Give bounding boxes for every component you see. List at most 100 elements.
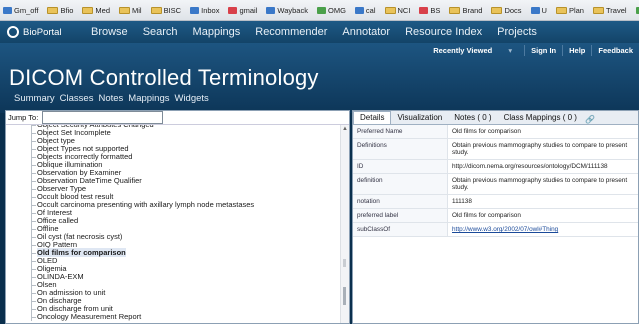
property-value-text: Old films for comparison [452,212,521,219]
property-key: ID [353,159,448,174]
bookmark-label: Wayback [277,5,308,15]
bs-icon [419,6,429,14]
bookmark-item[interactable]: Mil [116,6,142,15]
inbox-icon [190,6,200,14]
class-details-panel: Details Visualization Notes ( 0 ) Class … [352,110,639,324]
property-key: definition [353,173,448,195]
bookmark-item[interactable]: Med [79,6,110,15]
property-value: http://dicom.nema.org/resources/ontology… [447,159,638,174]
folder-icon [384,6,396,14]
tree-item[interactable]: Oncology Measurement Report [6,313,342,321]
folder-icon [47,6,59,14]
nav-search[interactable]: Search [143,26,178,38]
bookmark-label: OMG [327,5,346,15]
bookmark-item[interactable]: BISC [148,6,181,15]
subnav-summary[interactable]: Summary [14,93,55,104]
property-row: Definitions Obtain previous mammography s… [353,138,638,160]
bookmark-item[interactable]: Travel [590,6,627,15]
page-title: DICOM Controlled Terminology [9,65,319,90]
scrollbar-mark [343,259,346,267]
wayback-icon [266,6,276,14]
bookmark-label: NCI [397,5,411,15]
bookmark-item[interactable]: cal [352,6,376,15]
utility-links: Recently Viewed ▾ Sign In Help Feedback [421,43,639,57]
bookmark-item[interactable]: Brand [446,6,482,15]
bookmark-label: BS [430,5,441,15]
tab-class-mappings[interactable]: Class Mappings ( 0 ) [498,112,583,124]
folder-icon [449,6,461,14]
pp-icon [635,6,639,14]
nav-mappings[interactable]: Mappings [193,26,241,38]
subnav-notes[interactable]: Notes [98,93,123,104]
bookmark-item[interactable]: Gm_off [0,6,38,15]
bioportal-logo[interactable]: BioPortal [7,26,91,38]
property-value: Obtain previous mammography studies to c… [447,173,638,195]
bookmark-item[interactable]: OMG [314,6,346,15]
folder-icon [82,6,94,14]
top-nav: BioPortal Browse Search Mappings Recomme… [0,21,639,43]
property-key: Preferred Name [353,125,448,139]
bookmark-item[interactable]: gmail [225,6,257,15]
recently-viewed-menu[interactable]: Recently Viewed ▾ [421,46,524,55]
property-value: Old films for comparison [447,125,638,139]
bookmark-item[interactable]: NCI [382,5,411,15]
folder-icon [592,6,604,14]
bookmark-label: Plan [568,5,584,15]
property-value[interactable]: http://www.w3.org/2002/07/owl#Thing [447,222,638,237]
bookmark-label: Gm_off [14,5,39,15]
scroll-up-icon[interactable]: ▲ [342,126,348,132]
details-tabs: Details Visualization Notes ( 0 ) Class … [353,111,638,125]
tab-visualization[interactable]: Visualization [391,112,448,124]
u-icon [530,6,540,14]
nav-annotator[interactable]: Annotator [342,26,390,38]
help-link[interactable]: Help [563,46,591,55]
property-value: Old films for comparison [447,208,638,223]
ontology-subnav: Summary Classes Notes Mappings Widgets [14,93,214,104]
bookmark-label: Inbox [201,5,220,15]
property-key: notation [353,194,448,209]
jump-to-input[interactable] [42,111,164,124]
property-key: subClassOf [353,222,448,237]
bookmark-item[interactable]: Wayback [263,6,308,15]
scrollbar-thumb[interactable] [343,287,346,305]
feedback-link[interactable]: Feedback [592,46,639,55]
bookmark-item[interactable]: U [528,6,547,15]
property-row: Preferred Name Old films for comparison [353,125,638,139]
permalink-icon[interactable]: 🔗 [585,115,595,124]
subclass-link[interactable]: http://www.w3.org/2002/07/owl#Thing [452,226,558,233]
tree-item-label: Oncology Measurement Report [37,312,142,321]
nav-recommender[interactable]: Recommender [255,26,327,38]
property-value: 111138 [447,194,638,209]
bookmark-item[interactable]: PP [633,6,639,15]
bioportal-logo-icon [7,26,19,38]
jump-to-label: Jump To: [8,113,39,122]
tree-scrollbar[interactable]: ▲ [340,125,349,323]
bookmark-item[interactable]: Bfio [44,6,73,15]
chevron-down-icon: ▾ [508,45,513,55]
bookmark-label: U [541,5,547,15]
tab-notes[interactable]: Notes ( 0 ) [448,112,497,124]
tab-details[interactable]: Details [353,111,392,124]
bookmark-label: Mil [132,5,142,15]
sign-in-link[interactable]: Sign In [525,46,562,55]
subnav-widgets[interactable]: Widgets [174,93,208,104]
property-row: definition Obtain previous mammography st… [353,173,638,195]
bookmark-item[interactable]: BS [416,6,440,15]
subnav-mappings[interactable]: Mappings [128,93,169,104]
nav-browse[interactable]: Browse [91,26,128,38]
class-tree: Object Security Attributes ChangedObject… [6,125,342,323]
gmail-icon [228,6,238,14]
bookmark-item[interactable]: Inbox [187,6,219,15]
property-value: Obtain previous mammography studies to c… [447,138,638,160]
bookmark-item[interactable]: Plan [553,6,584,15]
folder-icon [150,6,162,14]
logo-text: BioPortal [23,26,62,38]
bookmark-item[interactable]: Docs [488,6,522,15]
subnav-classes[interactable]: Classes [60,93,94,104]
bookmarks-bar: Gm_off Bfio Med Mil BISC Inbox gmail Wayback OMG… [0,0,639,21]
folder-icon [119,6,130,14]
folder-icon [555,6,567,14]
nav-resource-index[interactable]: Resource Index [405,26,482,38]
bookmark-label: cal [365,5,376,15]
nav-projects[interactable]: Projects [497,26,537,38]
